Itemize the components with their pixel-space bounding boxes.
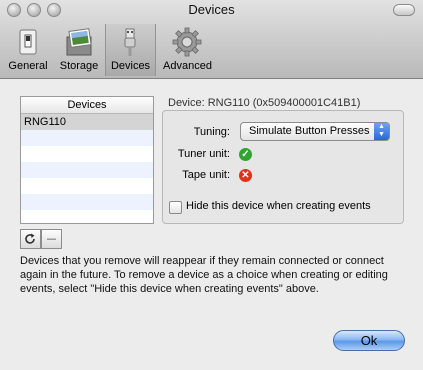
device-list[interactable]: Devices RNG110 (20, 96, 154, 224)
hide-device-label[interactable]: Hide this device when creating events (186, 200, 371, 212)
list-row-empty (21, 210, 153, 226)
list-row-empty (21, 130, 153, 146)
toolbar-toggle-button[interactable] (393, 4, 415, 16)
list-row-empty (21, 162, 153, 178)
chevron-updown-icon: ▲ ▼ (374, 123, 389, 140)
refresh-icon (25, 233, 35, 244)
toolbar-storage-label: Storage (59, 60, 99, 72)
error-x-icon: ✕ (239, 169, 252, 182)
refresh-button[interactable] (20, 229, 41, 249)
tuning-label: Tuning: (193, 126, 230, 138)
checkmark-icon: ✓ (239, 148, 252, 161)
list-row-empty (21, 146, 153, 162)
toolbar-general-label: General (8, 60, 48, 72)
general-switch-icon (19, 29, 37, 55)
title-bar: Devices General Storage Devices Advanced (0, 0, 423, 79)
remove-device-button[interactable] (41, 229, 62, 249)
preferences-window: Devices General Storage Devices Advanced… (0, 0, 423, 370)
device-identifier: Device: RNG110 (0x509400001C41B1) (168, 97, 361, 109)
list-row-empty (21, 178, 153, 194)
gear-icon (172, 27, 202, 57)
tuner-unit-label: Tuner unit: (177, 148, 230, 160)
list-item-rng110[interactable]: RNG110 (21, 114, 153, 130)
hide-device-checkbox[interactable] (169, 201, 182, 214)
toolbar-storage[interactable]: Storage (55, 24, 103, 76)
minus-icon (47, 238, 56, 240)
device-list-header[interactable]: Devices (21, 97, 153, 114)
toolbar-general[interactable]: General (6, 24, 50, 76)
devices-usb-icon (124, 28, 136, 56)
tuning-popup-value: Simulate Button Presses (249, 125, 370, 137)
toolbar-advanced[interactable]: Advanced (160, 24, 215, 76)
list-row-empty (21, 194, 153, 210)
toolbar-devices[interactable]: Devices (105, 24, 156, 76)
toolbar-advanced-label: Advanced (163, 60, 212, 72)
removal-note: Devices that you remove will reappear if… (20, 255, 388, 295)
window-title: Devices (188, 2, 235, 17)
ok-button[interactable]: Ok (333, 330, 405, 351)
tuning-popup[interactable]: Simulate Button Presses ▲ ▼ (240, 122, 390, 141)
storage-photo-icon (66, 28, 92, 56)
toolbar-devices-label: Devices (110, 60, 151, 72)
tape-unit-label: Tape unit: (182, 169, 230, 181)
